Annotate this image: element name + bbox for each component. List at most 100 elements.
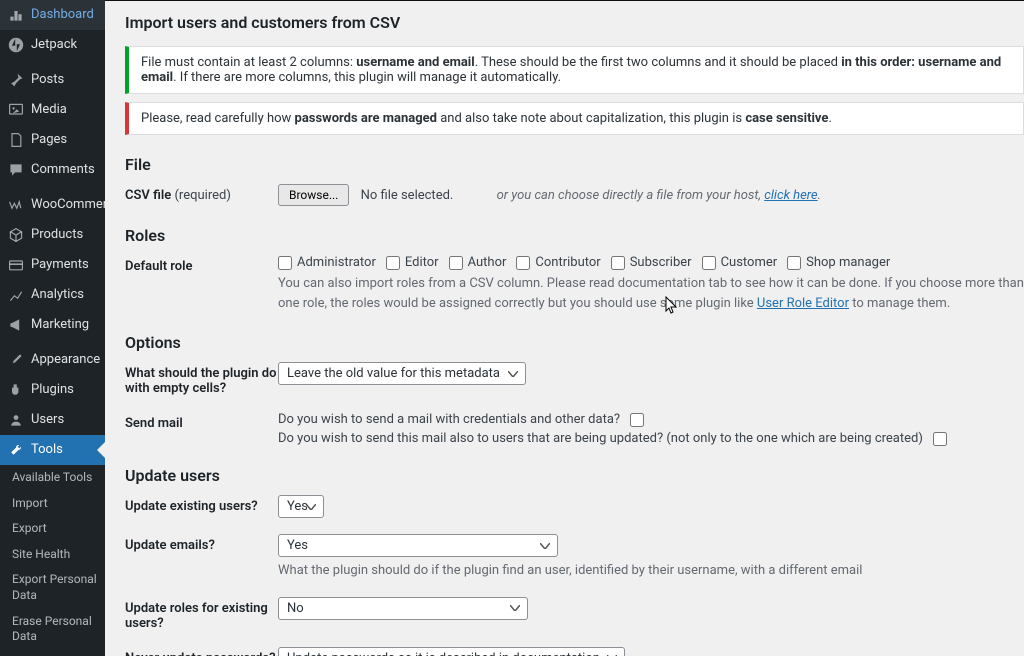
notice-passwords: Please, read carefully how passwords are…: [125, 102, 1024, 135]
brush-icon: [8, 352, 24, 368]
main-content: Import users and customers from CSV File…: [105, 0, 1024, 656]
section-roles-heading: Roles: [125, 226, 1024, 245]
role-checkbox[interactable]: [278, 256, 292, 270]
sidebar-item-label: Pages: [31, 132, 67, 148]
update-roles-label: Update roles for existing users?: [125, 597, 278, 631]
section-options-heading: Options: [125, 333, 1024, 352]
file-status: No file selected.: [361, 188, 454, 203]
sidebar-item-tools[interactable]: Tools: [0, 435, 105, 465]
sidebar-item-label: WooCommerce: [31, 197, 105, 213]
sidebar-item-label: Users: [31, 412, 64, 428]
cube-icon: [8, 227, 24, 243]
submenu-item[interactable]: Export Personal Data: [0, 567, 105, 608]
send-mail-credentials-checkbox[interactable]: [630, 413, 644, 427]
notice-columns: File must contain at least 2 columns: us…: [125, 46, 1024, 94]
sidebar-item-jetpack[interactable]: Jetpack: [0, 30, 105, 60]
send-mail-q1-row: Do you wish to send a mail with credenti…: [278, 412, 644, 427]
sidebar-item-label: Jetpack: [31, 37, 77, 53]
comment-icon: [8, 162, 24, 178]
role-checkbox[interactable]: [702, 256, 716, 270]
sidebar-item-comments[interactable]: Comments: [0, 155, 105, 185]
update-existing-label: Update existing users?: [125, 495, 278, 514]
role-checkbox-label[interactable]: Author: [449, 255, 507, 270]
sidebar-item-products[interactable]: Products: [0, 220, 105, 250]
sidebar-item-label: Marketing: [31, 317, 89, 333]
update-existing-select[interactable]: Yes: [278, 495, 324, 518]
sidebar-item-marketing[interactable]: Marketing: [0, 310, 105, 340]
update-roles-select[interactable]: No: [278, 597, 528, 620]
jetpack-icon: [8, 37, 24, 53]
sidebar-item-pages[interactable]: Pages: [0, 125, 105, 155]
sidebar-item-posts[interactable]: Posts: [0, 65, 105, 95]
sidebar-item-dashboard[interactable]: Dashboard: [0, 0, 105, 30]
update-emails-desc: What the plugin should do if the plugin …: [278, 561, 1024, 581]
sidebar-item-appearance[interactable]: Appearance: [0, 345, 105, 375]
file-helper: or you can choose directly a file from y…: [497, 188, 821, 203]
role-checkbox-label[interactable]: Shop manager: [787, 255, 890, 270]
role-checkbox[interactable]: [787, 256, 801, 270]
sidebar-item-label: Plugins: [31, 382, 74, 398]
sidebar-item-analytics[interactable]: Analytics: [0, 280, 105, 310]
section-file-heading: File: [125, 155, 1024, 174]
sidebar-item-payments[interactable]: Payments: [0, 250, 105, 280]
chart-icon: [8, 287, 24, 303]
sidebar-item-label: Appearance: [31, 352, 100, 368]
send-mail-q2-row: Do you wish to send this mail also to us…: [278, 431, 947, 446]
role-checkbox-label[interactable]: Subscriber: [611, 255, 692, 270]
update-emails-select[interactable]: Yes: [278, 534, 558, 557]
sidebar-item-woocommerce[interactable]: WooCommerce: [0, 190, 105, 220]
role-checkbox-label[interactable]: Administrator: [278, 255, 376, 270]
card-icon: [8, 257, 24, 273]
submenu-item[interactable]: Delete Site: [0, 650, 105, 656]
sidebar-item-label: Comments: [31, 162, 95, 178]
page-title: Import users and customers from CSV: [125, 13, 1024, 32]
default-role-label: Default role: [125, 255, 278, 274]
dashboard-icon: [8, 7, 24, 23]
submenu-item[interactable]: Import: [0, 491, 105, 517]
submenu-item[interactable]: Site Health: [0, 542, 105, 568]
wrench-icon: [8, 442, 24, 458]
submenu-item[interactable]: Erase Personal Data: [0, 609, 105, 650]
submenu-item[interactable]: Export: [0, 516, 105, 542]
sidebar-item-label: Payments: [31, 257, 89, 273]
sidebar-item-label: Media: [31, 102, 67, 118]
browse-button[interactable]: Browse...: [278, 184, 349, 206]
submenu-item[interactable]: Available Tools: [0, 465, 105, 491]
update-emails-label: Update emails?: [125, 534, 278, 553]
user-icon: [8, 412, 24, 428]
sidebar-item-label: Tools: [31, 442, 63, 458]
role-checkbox[interactable]: [611, 256, 625, 270]
sidebar-item-users[interactable]: Users: [0, 405, 105, 435]
sidebar-item-media[interactable]: Media: [0, 95, 105, 125]
page-icon: [8, 132, 24, 148]
roles-description: You can also import roles from a CSV col…: [278, 274, 1024, 313]
pin-icon: [8, 72, 24, 88]
empty-cells-select[interactable]: Leave the old value for this metadata: [278, 362, 526, 385]
never-update-pw-label: Never update passwords?: [125, 647, 278, 656]
roles-checkbox-group: Administrator Editor Author Contributor Subs…: [278, 255, 1024, 270]
send-mail-updated-checkbox[interactable]: [933, 432, 947, 446]
role-checkbox-label[interactable]: Editor: [386, 255, 439, 270]
sidebar-item-label: Products: [31, 227, 83, 243]
woo-icon: [8, 197, 24, 213]
role-checkbox-label[interactable]: Customer: [702, 255, 778, 270]
sidebar-item-label: Dashboard: [31, 7, 94, 23]
media-icon: [8, 102, 24, 118]
send-mail-label: Send mail: [125, 412, 278, 431]
click-here-link[interactable]: click here: [764, 188, 817, 203]
empty-cells-label: What should the plugin do with empty cel…: [125, 362, 278, 396]
user-role-editor-link[interactable]: User Role Editor: [757, 296, 849, 311]
role-checkbox[interactable]: [449, 256, 463, 270]
role-checkbox[interactable]: [516, 256, 530, 270]
sidebar-item-plugins[interactable]: Plugins: [0, 375, 105, 405]
role-checkbox-label[interactable]: Contributor: [516, 255, 600, 270]
plug-icon: [8, 382, 24, 398]
section-update-heading: Update users: [125, 466, 1024, 485]
megaphone-icon: [8, 317, 24, 333]
role-checkbox[interactable]: [386, 256, 400, 270]
sidebar-item-label: Posts: [31, 72, 64, 88]
never-update-pw-select[interactable]: Update passwords as it is described in d…: [278, 647, 625, 656]
csv-file-label: CSV file (required): [125, 184, 278, 203]
sidebar-item-label: Analytics: [31, 287, 84, 303]
admin-sidebar: Dashboard Jetpack Posts Media Pages Comm…: [0, 0, 105, 656]
